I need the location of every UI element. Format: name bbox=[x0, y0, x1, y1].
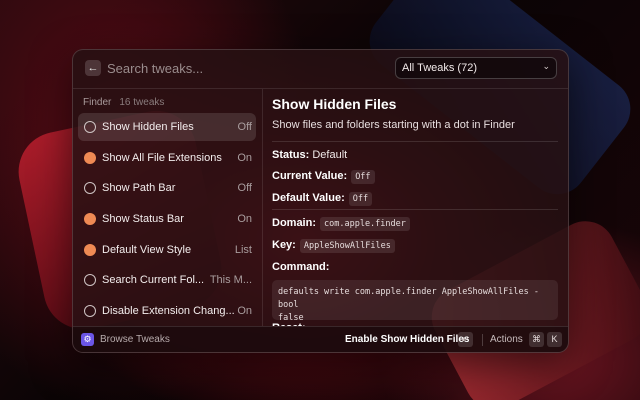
current-value: Off bbox=[351, 170, 375, 184]
tweak-value: Off bbox=[237, 121, 252, 133]
current-value-field: Current Value: Off bbox=[272, 170, 375, 184]
status-off-icon bbox=[84, 305, 96, 318]
browse-tweaks-label: Browse Tweaks bbox=[100, 334, 170, 345]
key-value: AppleShowAllFiles bbox=[299, 239, 395, 253]
current-value-label: Current Value: bbox=[272, 170, 348, 182]
key-label: Key: bbox=[272, 239, 296, 251]
status-off-icon bbox=[84, 121, 96, 133]
detail-title: Show Hidden Files bbox=[272, 96, 397, 112]
status-field: Status: Default bbox=[272, 149, 347, 161]
search-bar: ← All Tweaks (72) ⌄ bbox=[73, 50, 568, 89]
actions-button[interactable]: Actions bbox=[490, 334, 523, 345]
status-on-icon bbox=[84, 151, 96, 164]
list-section-header: Finder 16 tweaks bbox=[83, 97, 164, 108]
tweak-list-item[interactable]: Disable Extension Chang... On bbox=[78, 297, 256, 325]
tweak-name: Search Current Fol... bbox=[102, 274, 205, 287]
status-off-icon bbox=[84, 182, 96, 195]
tweak-name: Show All File Extensions bbox=[102, 151, 222, 164]
tweak-list-item[interactable]: Search Current Fol... This M... bbox=[78, 266, 256, 294]
tweak-list-item[interactable]: Show All File Extensions On bbox=[78, 144, 256, 172]
tweak-value: List bbox=[234, 243, 252, 256]
back-arrow-icon[interactable]: ← bbox=[85, 60, 101, 76]
tweak-value: On bbox=[237, 151, 252, 164]
tweak-name: Show Hidden Files bbox=[102, 121, 194, 133]
status-on-icon bbox=[84, 213, 96, 226]
key-field: Key: AppleShowAllFiles bbox=[272, 239, 395, 253]
chevron-down-icon: ⌄ bbox=[542, 61, 550, 71]
command-field: Command: bbox=[272, 261, 329, 273]
enter-key-icon: ↵ bbox=[458, 332, 473, 347]
filter-selected-value: All Tweaks (72) bbox=[402, 62, 477, 74]
section-count: 16 tweaks bbox=[119, 97, 165, 108]
search-input[interactable] bbox=[107, 58, 347, 78]
enable-tweak-button[interactable]: Enable Show Hidden Files bbox=[345, 334, 469, 345]
tweak-list-item[interactable]: Show Path Bar Off bbox=[78, 174, 256, 202]
tweak-name: Show Path Bar bbox=[102, 182, 176, 195]
detail-description: Show files and folders starting with a d… bbox=[272, 119, 515, 131]
command-code-block: defaults write com.apple.finder AppleSho… bbox=[272, 280, 558, 323]
default-value: Off bbox=[348, 192, 373, 206]
command-line: defaults write com.apple.finder AppleSho… bbox=[278, 287, 539, 310]
tweak-value: Off bbox=[237, 182, 252, 195]
detail-pane: Show Hidden Files Show files and folders… bbox=[263, 89, 568, 326]
tweak-name: Show Status Bar bbox=[102, 213, 184, 226]
divider bbox=[482, 334, 483, 346]
domain-label: Domain: bbox=[272, 217, 316, 229]
tweak-list-item[interactable]: Show Hidden Files Off bbox=[78, 113, 256, 141]
status-on-icon bbox=[84, 243, 96, 256]
tweak-list-item[interactable]: Default View Style List bbox=[78, 236, 256, 264]
section-title: Finder bbox=[83, 97, 112, 108]
tweak-value: This M... bbox=[209, 274, 252, 287]
tweak-name: Default View Style bbox=[102, 243, 192, 256]
action-bar: ⚙ Browse Tweaks Enable Show Hidden Files… bbox=[73, 326, 568, 352]
tweak-list-item[interactable]: Show Status Bar On bbox=[78, 205, 256, 233]
divider bbox=[272, 141, 558, 142]
command-key-icon: ⌘ bbox=[529, 332, 544, 347]
command-line: false bbox=[278, 313, 304, 323]
filter-dropdown[interactable]: All Tweaks (72) ⌄ bbox=[395, 57, 557, 79]
k-key-icon: K bbox=[547, 332, 562, 347]
tweak-list: Show Hidden Files Off Show All File Extens… bbox=[78, 113, 256, 326]
domain-value: com.apple.finder bbox=[320, 217, 410, 231]
command-label: Command: bbox=[272, 261, 330, 273]
domain-field: Domain: com.apple.finder bbox=[272, 217, 410, 231]
default-value-field: Default Value: Off bbox=[272, 192, 373, 206]
tweak-name: Disable Extension Chang... bbox=[102, 305, 235, 318]
divider bbox=[272, 209, 558, 210]
tweak-list-pane: Finder 16 tweaks Show Hidden Files Off Show… bbox=[73, 89, 262, 326]
default-value-label: Default Value: bbox=[272, 192, 345, 204]
tweak-value: On bbox=[237, 213, 252, 226]
gear-icon: ⚙ bbox=[81, 333, 94, 346]
tweak-value: On bbox=[237, 305, 252, 318]
status-off-icon bbox=[84, 274, 96, 287]
status-value: Default bbox=[312, 149, 348, 161]
status-label: Status: bbox=[272, 149, 310, 161]
tweaks-window: ← All Tweaks (72) ⌄ Finder 16 tweaks Show… bbox=[72, 49, 569, 353]
